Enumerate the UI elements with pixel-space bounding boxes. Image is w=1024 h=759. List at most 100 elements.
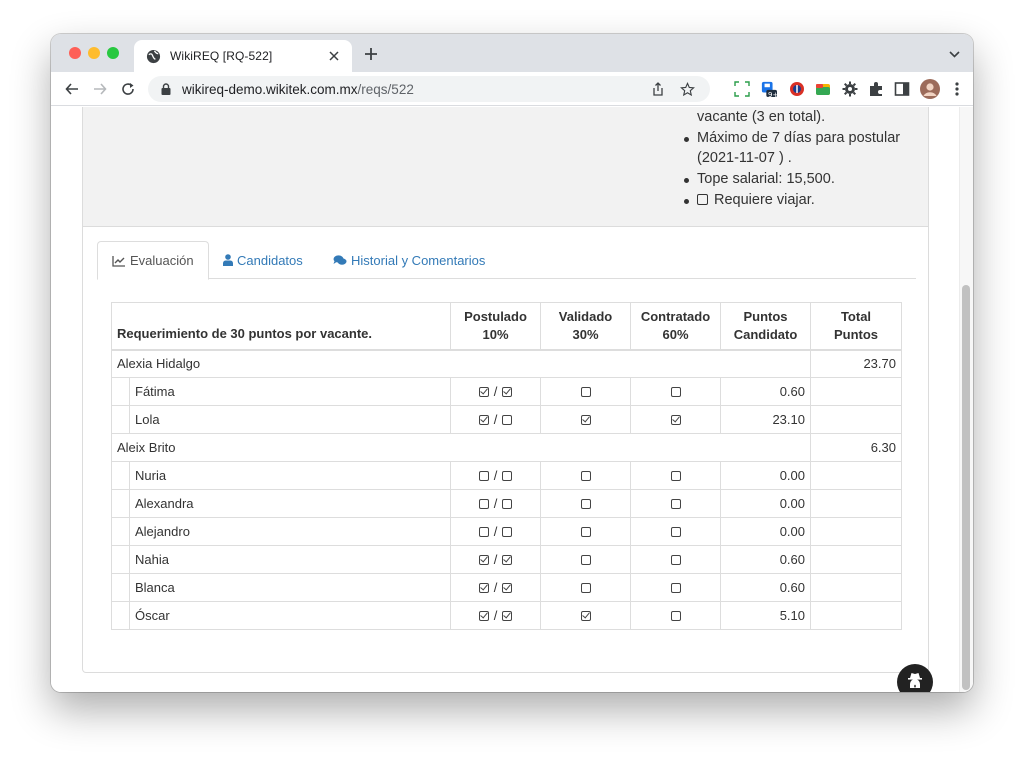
unchecked-checkbox-icon [580,555,591,565]
scrollbar[interactable] [959,107,973,692]
vpn-extension-icon[interactable] [789,81,805,97]
side-panel-icon[interactable] [894,81,910,97]
address-bar[interactable]: wikireq-demo.wikitek.com.mx/reqs/522 [148,76,710,102]
detail-line: vacante (3 en total). [683,107,900,128]
profile-avatar-icon[interactable] [920,79,940,99]
url-host: wikireq-demo.wikitek.com.mx [182,81,358,97]
tab-historial[interactable]: Historial y Comentarios [333,241,485,279]
candidate-points: 23.10 [720,405,811,434]
validado-header: Validado 30% [540,302,631,351]
separator: / [493,524,498,539]
validado-cell [540,573,631,602]
validado-cell [540,405,631,434]
close-tab-icon[interactable] [326,48,342,64]
tab-evaluacion[interactable]: Evaluación [97,241,209,280]
contratado-cell [630,517,721,546]
indent-cell [111,461,130,490]
postulado-cell: / [450,573,541,602]
extension-badge: 9+ [768,91,779,99]
spy-assistant-button[interactable] [897,664,933,692]
scrollbar-thumb[interactable] [962,285,970,690]
candidate-name: Alejandro [129,517,451,546]
close-window-button[interactable] [69,47,81,59]
recruiter-name: Alexia Hidalgo [111,349,811,378]
candidate-points: 0.60 [720,573,811,602]
share-icon[interactable] [650,81,666,97]
header-line: Puntos [833,326,879,342]
unchecked-checkbox-icon [670,499,681,509]
header-line: Total [840,308,872,324]
chevron-down-icon[interactable] [947,47,961,61]
contratado-cell [630,545,721,574]
badge-extension-icon[interactable]: 9+ [761,81,779,99]
detail-text: Requiere viajar. [714,191,815,208]
unchecked-checkbox-icon [580,499,591,509]
validado-cell [540,377,631,406]
separator: / [493,412,498,427]
candidate-points: 0.60 [720,545,811,574]
unchecked-checkbox-icon [670,611,681,621]
lock-icon[interactable] [160,83,172,95]
recruiter-total: 23.70 [810,349,902,378]
unchecked-checkbox-icon [580,583,591,593]
header-line: 10% [482,326,509,342]
url-path: /reqs/522 [357,81,414,97]
more-menu-icon[interactable] [949,81,965,97]
candidate-points: 0.00 [720,461,811,490]
total-cell [810,489,902,518]
section-tabs: Evaluación Candidatos Historial y Coment… [97,241,916,280]
travel-checkbox [697,193,708,205]
postulado-cell: / [450,517,541,546]
bookmark-star-icon[interactable] [679,81,695,97]
candidate-name: Alexandra [129,489,451,518]
puntos-candidato-header: Puntos Candidato [720,302,811,351]
candidate-name: Óscar [129,601,451,630]
total-cell [810,545,902,574]
indent-cell [111,405,130,434]
postulado-cell: / [450,461,541,490]
gear-extension-icon[interactable] [842,81,858,97]
new-tab-icon[interactable] [361,44,381,64]
candidate-name: Nuria [129,461,451,490]
checked-checkbox-icon [502,387,513,397]
header-line: Postulado [464,308,527,324]
candidate-row: Nuria / 0.00 [111,461,902,490]
tab-candidatos[interactable]: Candidatos [223,241,303,279]
unchecked-checkbox-icon [502,527,513,537]
tab-title: WikiREQ [RQ-522] [170,49,273,63]
unchecked-checkbox-icon [670,471,681,481]
reload-icon[interactable] [119,80,137,98]
folder-extension-icon[interactable] [815,81,831,97]
candidate-row: Nahia / 0.60 [111,545,902,574]
puzzle-extensions-icon[interactable] [868,81,884,97]
browser-tab[interactable]: WikiREQ [RQ-522] [134,40,352,72]
minimize-window-button[interactable] [88,47,100,59]
unchecked-checkbox-icon [502,415,513,425]
postulado-cell: / [450,377,541,406]
total-puntos-header: Total Puntos [810,302,902,351]
url-text: wikireq-demo.wikitek.com.mx/reqs/522 [182,82,414,97]
requisition-panel: vacante (3 en total). Máximo de 7 días pa… [82,107,929,673]
back-arrow-icon[interactable] [63,80,81,98]
tab-label: Evaluación [130,253,194,268]
header-line: Candidato [733,326,798,342]
unchecked-checkbox-icon [670,555,681,565]
maximize-window-button[interactable] [107,47,119,59]
checked-checkbox-icon [502,611,513,621]
separator: / [493,552,498,567]
screenshot-extension-icon[interactable] [734,81,750,97]
candidate-name: Lola [129,405,451,434]
contratado-cell [630,461,721,490]
forward-arrow-icon[interactable] [91,80,109,98]
spy-icon [906,671,924,693]
total-cell [810,377,902,406]
tab-label: Candidatos [237,252,303,268]
candidate-row: Blanca / 0.60 [111,573,902,602]
unchecked-checkbox-icon [478,471,489,481]
header-line: Validado [558,308,613,324]
unchecked-checkbox-icon [502,471,513,481]
requirement-header: Requerimiento de 30 puntos por vacante. [111,302,451,351]
indent-cell [111,545,130,574]
checked-checkbox-icon [502,583,513,593]
indent-cell [111,489,130,518]
